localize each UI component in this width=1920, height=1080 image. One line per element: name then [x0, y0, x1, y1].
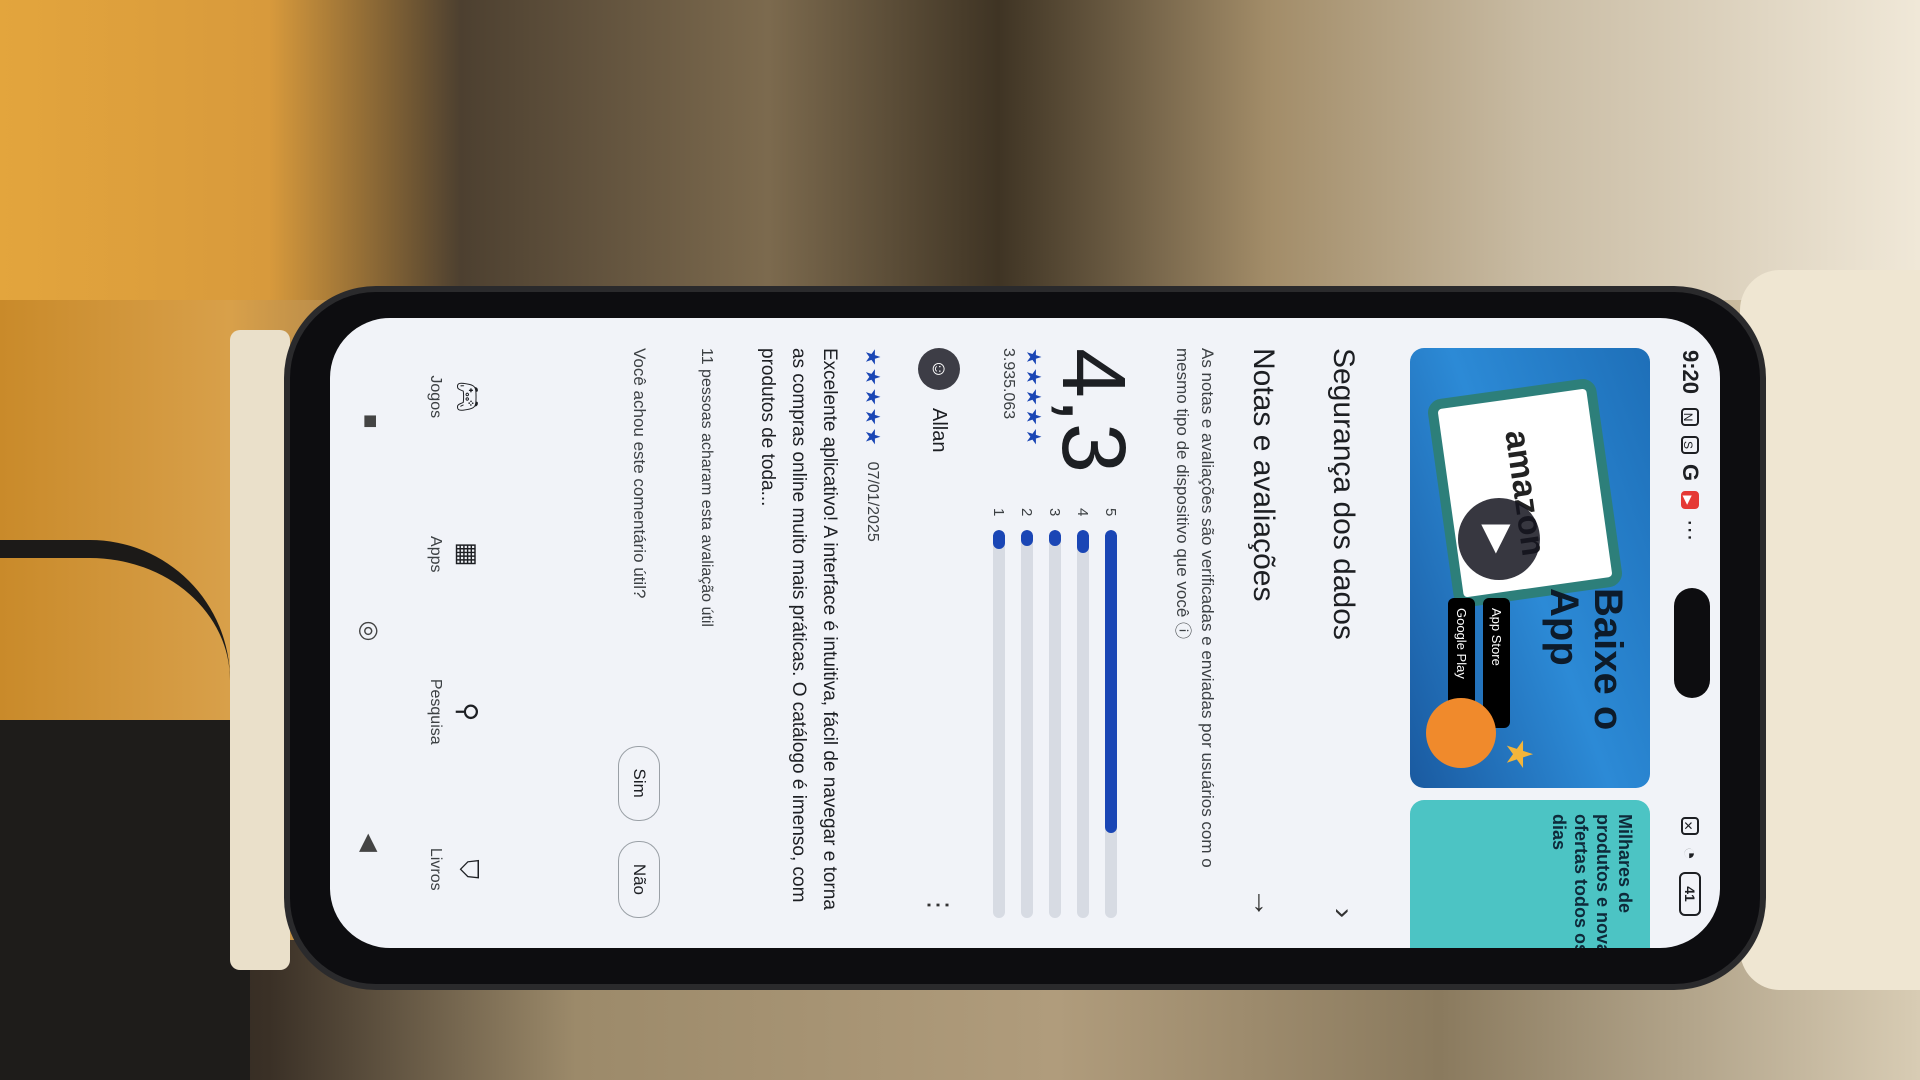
phone-holder-left [230, 330, 290, 970]
screenshot-carousel[interactable]: ★ ★ amazon ▶ Baixe o App App Store Googl… [1410, 348, 1650, 948]
play-store-app-page: 9:20 N S G ▶ ⋯ ✕ ◔ 41 ★ ★ amazon [330, 318, 1720, 948]
helpful-question: Você achou este comentário útil? [630, 348, 649, 599]
play-video-button[interactable]: ▶ [1458, 498, 1540, 580]
rating-bar-label: 2 [1018, 508, 1036, 517]
ratings-header-row[interactable]: Notas e avaliações → [1246, 348, 1280, 918]
rating-bar-row: 4 [1069, 508, 1097, 918]
data-safety-title: Segurança dos dados [1327, 348, 1360, 640]
recents-button[interactable]: ■ [356, 414, 384, 429]
nav-apps-label: Apps [427, 536, 445, 573]
nfc-icon: N [1681, 408, 1699, 427]
phone-illustration: amazon [1426, 377, 1624, 609]
no-sim-icon: ✕ [1681, 816, 1699, 835]
helpful-row: Você achou este comentário útil? Sim Não [618, 348, 660, 918]
review-text[interactable]: Excelente aplicativo! A interface é intu… [752, 348, 845, 918]
back-button[interactable]: ◀ [356, 833, 385, 851]
nav-search[interactable]: ⚲ Pesquisa [427, 652, 484, 772]
google-icon: G [1678, 464, 1703, 482]
rating-bar-row: 3 [1041, 508, 1069, 918]
rating-bar-label: 5 [1102, 508, 1120, 517]
nav-books[interactable]: ⛉ Livros [426, 809, 484, 929]
more-options-icon[interactable]: ⋮ [924, 892, 955, 918]
status-time: 9:20 [1678, 350, 1703, 395]
avatar: ☺ [918, 348, 960, 390]
wifi-icon: ◔ [1678, 846, 1703, 860]
rating-bar-row: 2 [1013, 508, 1041, 918]
bottom-navigation: 🎮︎ Jogos ▦ Apps ⚲ Pesquisa ⛉ Livros [405, 318, 505, 948]
review-date: 07/01/2025 [864, 461, 882, 542]
rating-bar-fill [1077, 530, 1089, 554]
decoration-ball [1426, 698, 1496, 768]
home-button[interactable]: ◎ [356, 621, 385, 642]
nav-games[interactable]: 🎮︎ Jogos [427, 337, 484, 457]
gamepad-icon: 🎮︎ [453, 380, 484, 414]
helpful-buttons: Sim Não [618, 726, 660, 918]
rating-bar-track [1105, 530, 1117, 918]
nav-apps[interactable]: ▦ Apps [427, 494, 484, 614]
notification-icons: N S G ▶ ⋯ [1677, 408, 1703, 541]
rating-summary: 4,3 ★★★★★ 3.935.063 [999, 348, 1143, 474]
data-safety-row[interactable]: Segurança dos dados › [1326, 348, 1360, 918]
helpful-count: 11 pessoas acharam esta avaliação útil [698, 348, 715, 627]
review-stars: ★★★★★ [861, 348, 883, 448]
rating-bar-track [1049, 530, 1061, 918]
app-store-badge: App Store [1483, 598, 1510, 728]
review-header: ☺ Allan ⋮ [918, 348, 960, 918]
rating-value: 4,3 [1043, 348, 1143, 474]
rating-bar-track [1021, 530, 1033, 918]
search-icon: ⚲ [453, 702, 484, 722]
rating-bar-fill [1049, 530, 1061, 546]
helpful-yes-button[interactable]: Sim [618, 745, 660, 821]
apps-grid-icon: ▦ [453, 541, 484, 567]
rating-bar-label: 1 [990, 508, 1008, 517]
info-icon[interactable]: ⓘ [1173, 622, 1192, 639]
promo-video-card[interactable]: ★ ★ amazon ▶ Baixe o App App Store Googl… [1410, 348, 1650, 788]
sim-icon: S [1681, 436, 1699, 455]
cable [0, 540, 230, 698]
rating-bar-fill [1105, 530, 1117, 833]
rating-bar-label: 4 [1074, 508, 1092, 517]
arrow-right-icon[interactable]: → [1246, 888, 1280, 918]
rating-distribution: 5 4 3 2 1 [985, 508, 1125, 918]
bookmark-icon: ⛉ [454, 859, 484, 879]
nav-books-label: Livros [427, 847, 444, 891]
star-decoration: ★ [1499, 738, 1540, 771]
rating-bar-track [993, 530, 1005, 918]
battery-icon: 41 [1679, 872, 1701, 916]
rating-bar-row: 1 [985, 508, 1013, 918]
phone-holder-right [1740, 270, 1920, 990]
promo-card-2[interactable]: Milhares de produtos e novas ofertas tod… [1410, 800, 1650, 948]
reviewer-name: Allan [928, 408, 951, 453]
youtube-icon: ▶ [1681, 491, 1699, 510]
rating-count: 3.935.063 [1000, 348, 1017, 420]
rating-bar-label: 3 [1046, 508, 1064, 517]
rating-bar-track [1077, 530, 1089, 918]
more-notifications-icon: ⋯ [1678, 519, 1703, 542]
review-meta: ★★★★★ 07/01/2025 [860, 348, 885, 542]
rating-bar-fill [1021, 530, 1033, 546]
rating-bar-row: 5 [1097, 508, 1125, 918]
ratings-description-text: As notas e avaliações são verificadas e … [1173, 348, 1217, 868]
phone-screen: 9:20 N S G ▶ ⋯ ✕ ◔ 41 ★ ★ amazon [330, 318, 1720, 948]
system-navigation: ■ ◎ ◀ [340, 318, 400, 948]
status-right: ✕ ◔ 41 [1677, 816, 1703, 916]
front-camera [1674, 588, 1710, 698]
chevron-right-icon[interactable]: › [1326, 908, 1360, 918]
foreground-block [0, 720, 250, 1080]
background-shelf [0, 0, 1920, 300]
rating-bar-fill [993, 530, 1005, 550]
ratings-title: Notas e avaliações [1247, 348, 1280, 602]
helpful-no-button[interactable]: Não [618, 840, 660, 918]
nav-games-label: Jogos [427, 375, 445, 419]
nav-search-label: Pesquisa [427, 678, 445, 745]
banner-title: Baixe o App [1542, 588, 1630, 731]
ratings-description: As notas e avaliações são verificadas e … [1170, 348, 1220, 888]
